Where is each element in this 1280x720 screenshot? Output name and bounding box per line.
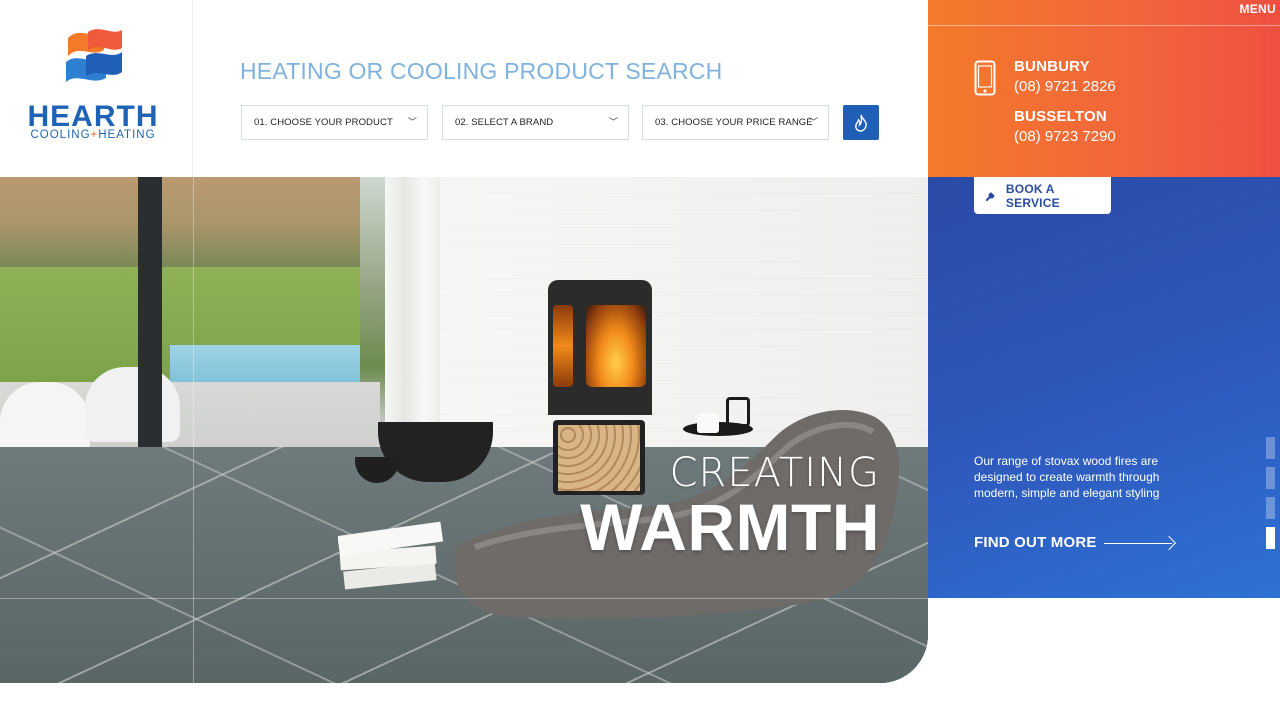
location-phone[interactable]: (08) 9723 7290 — [1014, 128, 1116, 145]
promo-panel: BOOK A SERVICE Our range of stovax wood … — [928, 177, 1280, 598]
divider — [928, 25, 1280, 26]
book-service-button[interactable]: BOOK A SERVICE — [974, 177, 1111, 214]
divider — [193, 177, 194, 683]
divider — [0, 598, 928, 599]
find-out-more-link[interactable]: FIND OUT MORE — [974, 534, 1097, 551]
chevron-down-icon: ﹀ — [608, 117, 618, 127]
chevron-down-icon: ﹀ — [808, 117, 818, 127]
chevron-down-icon: ﹀ — [407, 117, 417, 127]
slide-indicator[interactable] — [1266, 437, 1275, 459]
product-select-label: 01. CHOOSE YOUR PRODUCT — [254, 117, 393, 128]
wrench-icon — [985, 192, 995, 201]
price-select-label: 03. CHOOSE YOUR PRICE RANGE — [655, 117, 813, 128]
slide-indicator[interactable] — [1266, 467, 1275, 489]
location-phone[interactable]: (08) 9721 2826 — [1014, 78, 1116, 95]
tagline-cooling: COOLING — [30, 129, 91, 141]
tagline-heating: HEATING — [98, 129, 156, 141]
contact-panel: MENU BUNBURY (08) 9721 2826 BUSSELTON (0… — [928, 0, 1280, 177]
book-stack — [338, 521, 444, 590]
location-city: BUSSELTON — [1014, 108, 1107, 125]
search-title: HEATING OR COOLING PRODUCT SEARCH — [240, 58, 723, 84]
site-header: HEARTH COOLING+HEATING HEATING OR COOLIN… — [0, 0, 928, 177]
location-city: BUNBURY — [1014, 58, 1090, 75]
stove-glass — [553, 305, 573, 387]
arrow-head-icon — [1161, 535, 1177, 551]
stove-fire — [586, 305, 646, 387]
curtain — [385, 177, 445, 427]
slide-indicator-active[interactable] — [1266, 527, 1275, 549]
logo[interactable]: HEARTH COOLING+HEATING — [0, 0, 193, 177]
book-service-label: BOOK A SERVICE — [1005, 181, 1060, 210]
garden-chair — [85, 367, 180, 442]
product-select[interactable]: 01. CHOOSE YOUR PRODUCT ﹀ — [241, 105, 428, 140]
promo-description: Our range of stovax wood fires are desig… — [974, 454, 1160, 500]
hero-heading-line2: WARMTH — [580, 490, 880, 564]
mobile-phone-icon — [974, 60, 996, 96]
brand-tagline: COOLING+HEATING — [0, 129, 188, 141]
brand-select-label: 02. SELECT A BRAND — [455, 117, 554, 128]
garden-trees — [0, 177, 360, 272]
flame-icon — [855, 114, 867, 132]
hero-image: CREATING WARMTH — [0, 177, 928, 683]
logo-mark-icon — [66, 29, 122, 82]
search-submit-button[interactable] — [843, 105, 879, 140]
menu-button[interactable]: MENU — [1239, 2, 1276, 16]
pool — [170, 345, 360, 385]
brand-select[interactable]: 02. SELECT A BRAND ﹀ — [442, 105, 629, 140]
slide-indicator[interactable] — [1266, 497, 1275, 519]
price-select[interactable]: 03. CHOOSE YOUR PRICE RANGE ﹀ — [642, 105, 829, 140]
